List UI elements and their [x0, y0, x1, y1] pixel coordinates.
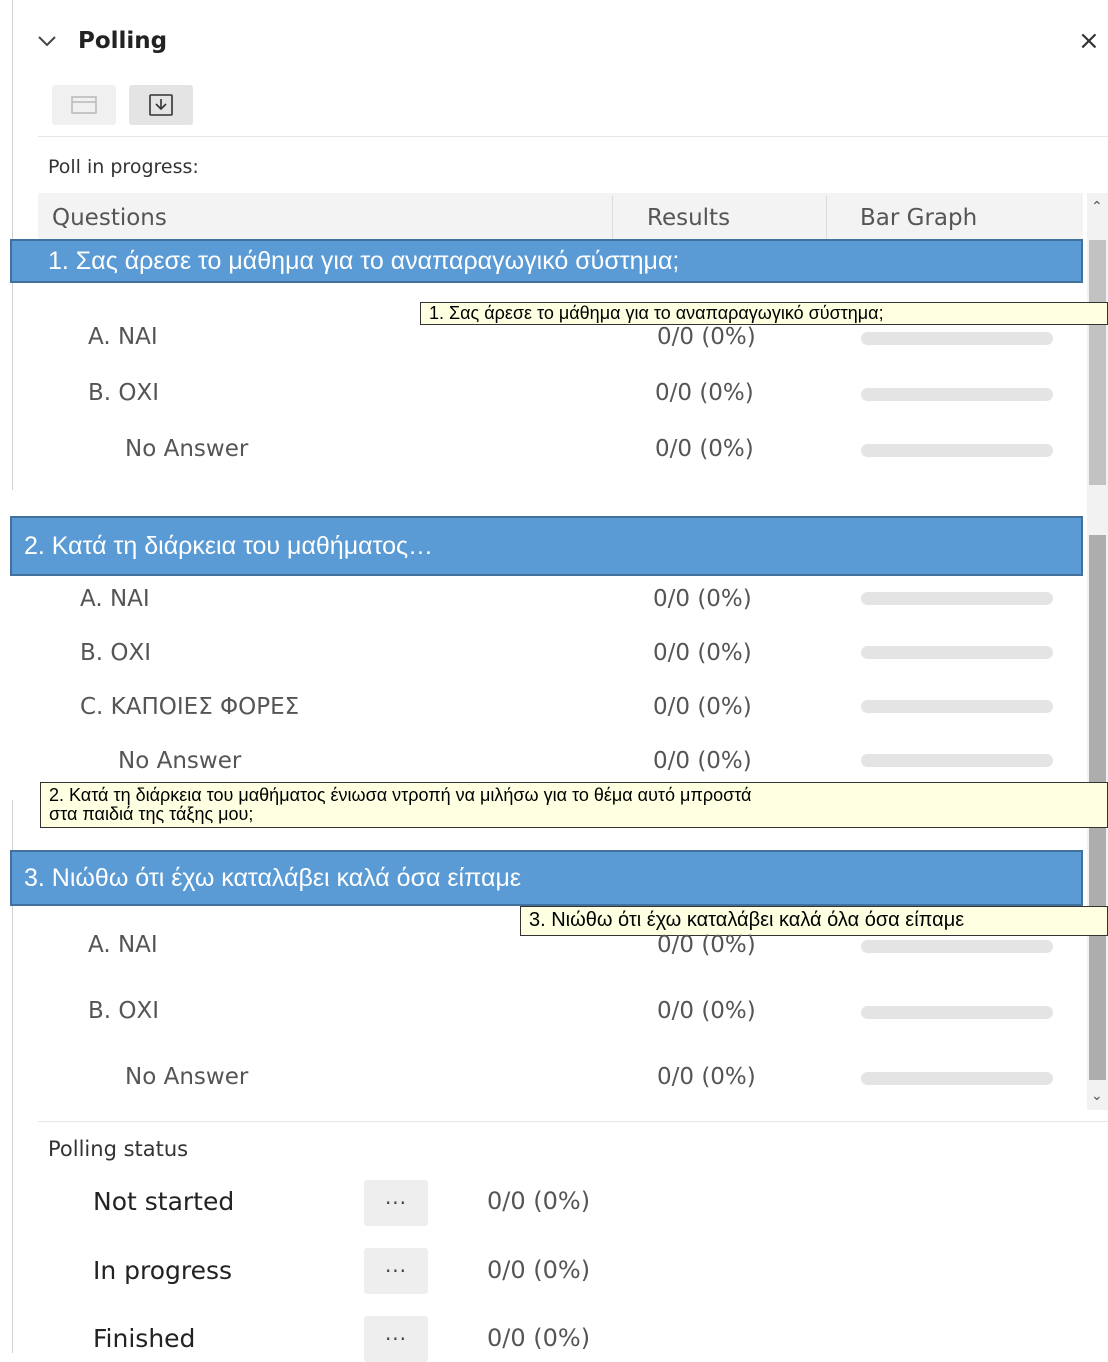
scrollbar-thumb[interactable]: [1089, 240, 1106, 485]
question-tooltip-1: 1. Σας άρεσε το μάθημα για το αναπαραγωγ…: [420, 302, 1108, 325]
header-bar-graph: Bar Graph: [860, 205, 978, 231]
option-result: 0/0 (0%): [657, 324, 756, 350]
option-result: 0/0 (0%): [653, 748, 752, 774]
close-icon[interactable]: ×: [1078, 26, 1100, 56]
status-label: In progress: [93, 1256, 233, 1285]
download-icon: [149, 94, 173, 116]
question-banner-3: 3. Νιώθω ότι έχω καταλάβει καλά όσα είπα…: [10, 850, 1083, 906]
option-label: A. ΝΑΙ: [88, 324, 158, 350]
result-bar: [861, 940, 1053, 953]
question-tooltip-3: 3. Νιώθω ότι έχω καταλάβει καλά όλα όσα …: [520, 906, 1108, 936]
more-options-button[interactable]: ···: [364, 1180, 428, 1226]
option-label: A. ΝΑΙ: [80, 586, 150, 612]
more-options-button[interactable]: ···: [364, 1248, 428, 1294]
option-label: A. ΝΑΙ: [88, 932, 158, 958]
panel-title: Polling: [78, 28, 168, 54]
tooltip-line: στα παιδιά της τάξης μου;: [49, 804, 254, 824]
result-bar: [861, 754, 1053, 767]
header-results: Results: [647, 205, 731, 231]
option-result: 0/0 (0%): [655, 436, 754, 462]
option-label: No Answer: [125, 1064, 249, 1090]
more-options-button[interactable]: ···: [364, 1316, 428, 1362]
question-tooltip-2: 2. Κατά τη διάρκεια του μαθήματος ένιωσα…: [40, 782, 1108, 828]
download-button[interactable]: [129, 85, 193, 125]
result-bar: [861, 646, 1053, 659]
header-separator: [612, 196, 613, 242]
option-result: 0/0 (0%): [657, 932, 756, 958]
option-result: 0/0 (0%): [655, 380, 754, 406]
result-bar: [861, 700, 1053, 713]
option-label: B. ΟΧΙ: [88, 380, 160, 406]
result-bar: [861, 332, 1053, 345]
option-label: No Answer: [118, 748, 242, 774]
option-result: 0/0 (0%): [653, 586, 752, 612]
status-value: 0/0 (0%): [487, 1324, 591, 1352]
option-result: 0/0 (0%): [657, 1064, 756, 1090]
scroll-down-icon[interactable]: ⌄: [1091, 1088, 1103, 1104]
result-bar: [861, 388, 1053, 401]
option-label: B. ΟΧΙ: [80, 640, 152, 666]
scroll-up-icon[interactable]: ⌃: [1091, 199, 1103, 215]
result-bar: [861, 444, 1053, 457]
divider: [38, 136, 1108, 137]
option-result: 0/0 (0%): [657, 998, 756, 1024]
option-result: 0/0 (0%): [653, 694, 752, 720]
polling-status-title: Polling status: [48, 1137, 189, 1161]
result-bar: [861, 592, 1053, 605]
header-separator: [826, 196, 827, 242]
folder-icon: [71, 96, 97, 114]
question-banner-2: 2. Κατά τη διάρκεια του μαθήματος…: [10, 516, 1083, 576]
option-result: 0/0 (0%): [653, 640, 752, 666]
chevron-down-icon[interactable]: [36, 30, 58, 52]
folder-button[interactable]: [52, 85, 116, 125]
status-value: 0/0 (0%): [487, 1256, 591, 1284]
result-bar: [861, 1006, 1053, 1019]
status-value: 0/0 (0%): [487, 1187, 591, 1215]
tooltip-line: 2. Κατά τη διάρκεια του μαθήματος ένιωσα…: [49, 785, 752, 805]
status-label: Finished: [93, 1324, 196, 1353]
header-questions: Questions: [52, 205, 167, 231]
status-label: Not started: [93, 1187, 235, 1216]
question-banner-1: 1. Σας άρεσε το μάθημα για το αναπαραγωγ…: [10, 239, 1083, 283]
divider: [38, 1121, 1108, 1122]
poll-in-progress-label: Poll in progress:: [48, 156, 199, 178]
option-label: B. ΟΧΙ: [88, 998, 160, 1024]
result-bar: [861, 1072, 1053, 1085]
option-label: No Answer: [125, 436, 249, 462]
option-label: C. ΚΑΠΟΙΕΣ ΦΟΡΕΣ: [80, 694, 300, 720]
